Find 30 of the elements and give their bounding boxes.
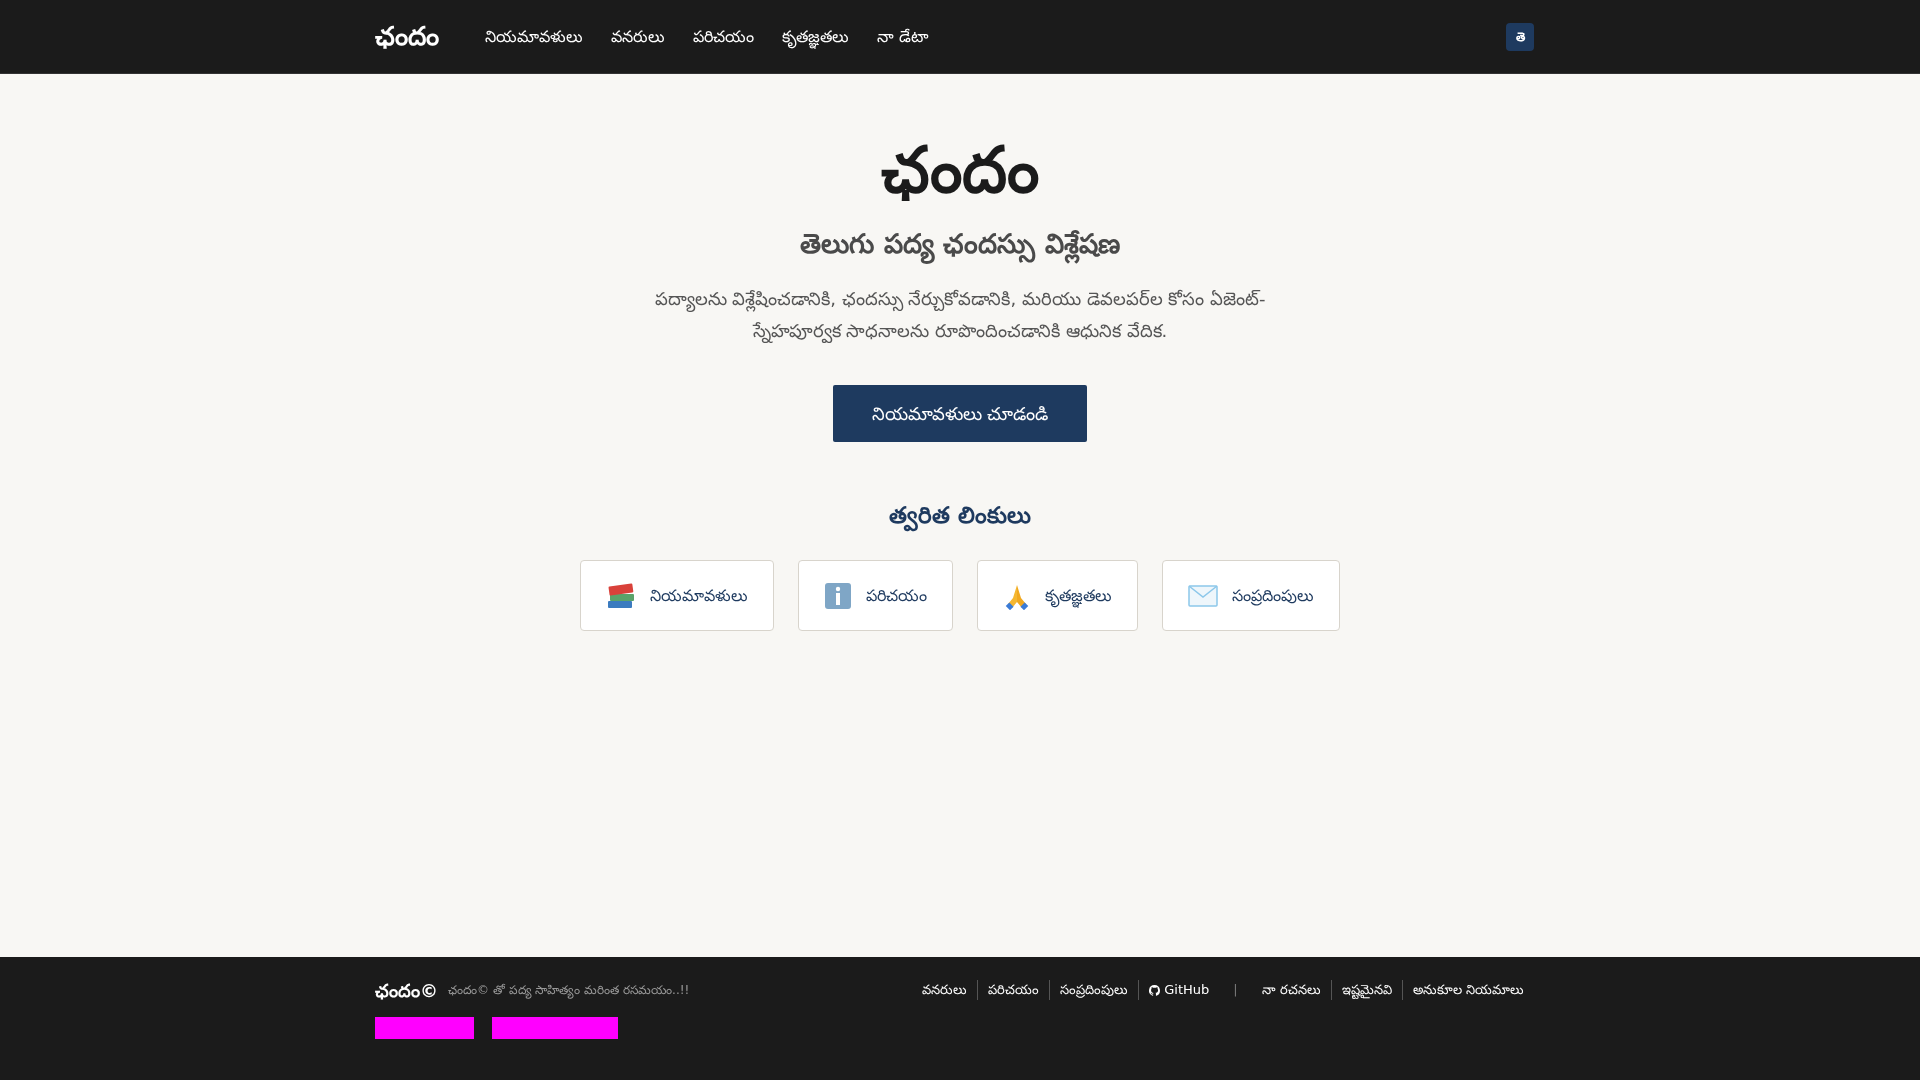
footer-link[interactable]: సంప్రదింపులు: [1060, 980, 1129, 1000]
footer-logo: ఛందం©: [375, 978, 438, 1003]
hero-subtitle: తెలుగు పద్య ఛందస్సు విశ్లేషణ: [800, 224, 1120, 265]
nav-link[interactable]: కృతజ్ఞతలు: [782, 24, 849, 49]
envelope-icon: [1188, 584, 1218, 607]
footer-link[interactable]: వనరులు: [922, 980, 968, 1000]
quick-link-card[interactable]: సంప్రదింపులు: [1162, 560, 1340, 631]
nav-link[interactable]: నా డేటా: [877, 24, 929, 49]
language-button[interactable]: తె: [1506, 22, 1534, 51]
view-rules-button[interactable]: నియమావళులు చూడండి: [833, 384, 1087, 442]
footer-tagline: ఛందం© తో పద్య సాహిత్యం మరింత రసమయం..!!: [448, 982, 690, 999]
logo-link[interactable]: ఛందం: [375, 17, 439, 56]
books-icon: [606, 581, 636, 610]
section-heading: త్వరిత లింకులు: [889, 497, 1031, 532]
nav-link[interactable]: నియమావళులు: [485, 24, 583, 49]
footer-link[interactable]: GitHub: [1149, 980, 1210, 1000]
quick-link-card[interactable]: కృతజ్ఞతలు: [977, 560, 1138, 631]
separator-text: |: [1232, 981, 1239, 1000]
nav-link[interactable]: వనరులు: [611, 24, 665, 49]
footer-link[interactable]: అనుకూల నియమాలు: [1412, 980, 1524, 1000]
github-icon: [1149, 984, 1161, 996]
hero-description: పద్యాలను విశ్లేషించడానికి, ఛందస్సు నేర్చుకోవడానికి, మరియు డెవలపర్‌ల కోసం ఏజెంట్-స్నేహపూర్వక సాధనాలను రూపొందించడానికి ఆధునిక వేదిక.: [653, 286, 1267, 345]
footer-link[interactable]: పరిచయం: [988, 980, 1040, 1000]
quick-link-card[interactable]: పరిచయం: [798, 560, 953, 631]
footer-link[interactable]: ఇష్టమైనవి: [1341, 980, 1392, 1000]
nav-link[interactable]: పరిచయం: [693, 24, 754, 49]
footer-link[interactable]: నా రచనలు: [1261, 980, 1321, 1000]
hero-title: ఛందం: [881, 132, 1039, 209]
quick-link-card[interactable]: నియమావళులు: [580, 560, 774, 631]
info-icon: [824, 581, 852, 610]
